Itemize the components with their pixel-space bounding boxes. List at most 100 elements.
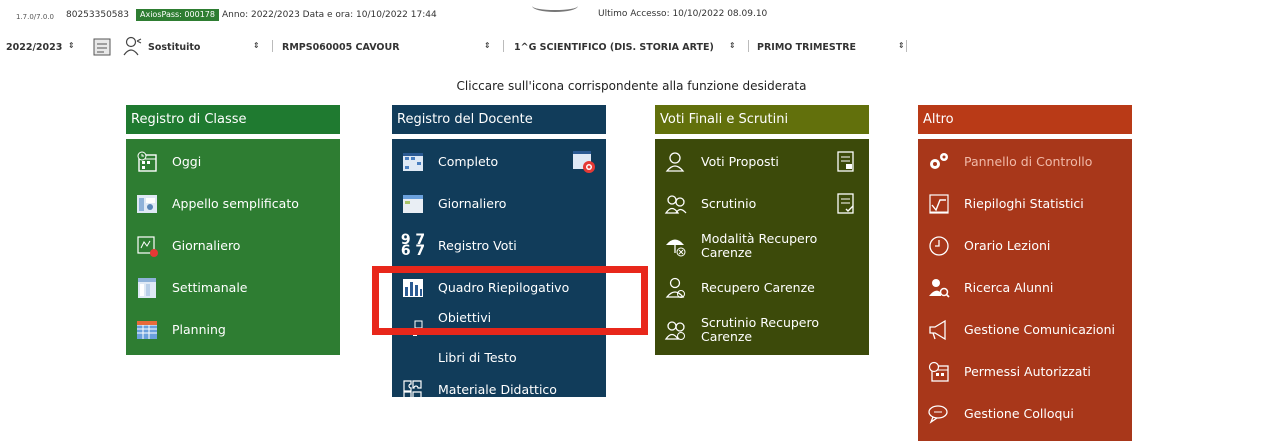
instruction-text: Cliccare sull'icona corrispondente alla …: [456, 79, 807, 93]
menu-item-quadro-riepilogativo[interactable]: Quadro Riepilogativo: [392, 267, 606, 309]
menu-item-appello-semplificato[interactable]: Appello semplificato: [126, 183, 340, 225]
header-arc-decoration: [532, 0, 578, 12]
menu-item-gestione-colloqui[interactable]: Gestione Colloqui: [918, 393, 1132, 435]
class-register-icon[interactable]: [92, 37, 112, 60]
menu-item-materiale-didattico[interactable]: Materiale Didattico: [392, 369, 606, 411]
menu-item-obiettivi[interactable]: Obiettivi: [392, 309, 606, 339]
year-datetime-label: Anno: 2022/2023 Data e ora: 10/10/2022 1…: [222, 10, 437, 20]
year-select[interactable]: 2022/2023: [6, 42, 62, 53]
menu-item-label: Voti Proposti: [701, 154, 779, 169]
menu-item-scrutinio[interactable]: Scrutinio: [655, 183, 869, 225]
puzzle-icon: [400, 378, 426, 402]
menu-item-label: Giornaliero: [438, 196, 507, 211]
menu-item-recupero-carenze[interactable]: Recupero Carenze: [655, 267, 869, 309]
role-select[interactable]: Sostituito: [148, 42, 200, 53]
menu-item-label: Scrutinio: [701, 196, 757, 211]
divider: [748, 40, 749, 52]
menu-item-voti-proposti[interactable]: Voti Proposti: [655, 141, 869, 183]
menu-item-orario-lezioni[interactable]: Orario Lezioni: [918, 225, 1132, 267]
class-select[interactable]: 1^G SCIENTIFICO (DIS. STORIA ARTE): [514, 42, 714, 53]
menu-item-label: Quadro Riepilogativo: [438, 280, 570, 295]
divider: [906, 40, 907, 52]
menu-item-label: Oggi: [172, 154, 202, 169]
menu-item-completo[interactable]: Completo: [392, 141, 606, 183]
user-icon: [122, 36, 144, 59]
weekly-icon: [134, 276, 160, 300]
selector-bar: 2022/2023 ⇕ Sostituito ⇕ RMPS060005 CAVO…: [0, 35, 1263, 61]
top-info-bar: 1.7.0/7.0.0 80253350583 AxiosPass: 00017…: [0, 0, 1263, 26]
menu-item-libri-di-testo[interactable]: Libri di Testo: [392, 339, 606, 369]
menu-item-oggi[interactable]: Oggi: [126, 141, 340, 183]
menu-item-scrutinio-recupero-carenze[interactable]: Scrutinio Recupero Carenze: [655, 309, 869, 351]
chevron-updown-icon: ⇕: [729, 41, 736, 50]
clock-icon: [926, 234, 952, 258]
person-refresh-icon: [663, 276, 689, 300]
user-search-icon: [926, 276, 952, 300]
menu-item-label: Gestione Comunicazioni: [964, 322, 1115, 337]
menu-item-registro-voti[interactable]: 9 76 7 Registro Voti: [392, 225, 606, 267]
menu-item-label: Obiettivi: [438, 310, 492, 325]
menu-title: Registro di Classe: [126, 105, 340, 134]
chat-icon: [926, 402, 952, 426]
menu-item-pannello-di-controllo: Pannello di Controllo: [918, 141, 1132, 183]
menu-item-label: Scrutinio Recupero Carenze: [701, 315, 820, 344]
menu-item-giornaliero[interactable]: Giornaliero: [126, 225, 340, 267]
menu-item-label: Gestione Colloqui: [964, 406, 1074, 421]
menu-item-label: Modalità Recupero Carenze: [701, 231, 818, 260]
menu-item-modalita-recupero-carenze[interactable]: Modalità Recupero Carenze: [655, 225, 869, 267]
menu-item-label: Orario Lezioni: [964, 238, 1051, 253]
period-select[interactable]: PRIMO TRIMESTRE: [757, 42, 856, 53]
bar-chart-icon: [400, 276, 426, 300]
divider: [503, 40, 504, 52]
menu-title: Voti Finali e Scrutini: [655, 105, 869, 134]
grid-register-icon: [400, 150, 426, 174]
chevron-updown-icon: ⇕: [253, 41, 260, 50]
menu-item-label: Registro Voti: [438, 238, 517, 253]
numbers-icon: 9 76 7: [400, 232, 426, 259]
menu-item-giornaliero-docente[interactable]: Giornaliero: [392, 183, 606, 225]
menu-item-permessi-autorizzati[interactable]: Permessi Autorizzati: [918, 351, 1132, 393]
chevron-updown-icon: ⇕: [68, 41, 75, 50]
menu-item-label: Planning: [172, 322, 226, 337]
menu-voti-finali-scrutini: Voti Finali e Scrutini Voti Proposti Scr…: [655, 105, 869, 355]
menu-item-ricerca-alunni[interactable]: Ricerca Alunni: [918, 267, 1132, 309]
grid-target-icon[interactable]: [572, 150, 595, 174]
attendance-icon: [134, 192, 160, 216]
menu-item-label: Appello semplificato: [172, 196, 299, 211]
menu-item-label: Settimanale: [172, 280, 248, 295]
person-icon: [663, 150, 689, 174]
document-check-icon[interactable]: [835, 192, 857, 216]
menu-item-label: Permessi Autorizzati: [964, 364, 1091, 379]
menu-item-settimanale[interactable]: Settimanale: [126, 267, 340, 309]
divider: [272, 40, 273, 52]
menu-item-riepiloghi-statistici[interactable]: Riepiloghi Statistici: [918, 183, 1132, 225]
version-label: 1.7.0/7.0.0: [16, 13, 54, 21]
calendar-clock-icon: [134, 150, 160, 174]
menu-registro-classe: Registro di Classe Oggi Appello semplifi…: [126, 105, 340, 355]
daily-register-icon: [134, 234, 160, 258]
menu-item-label: Ricerca Alunni: [964, 280, 1054, 295]
menu-title: Registro del Docente: [392, 105, 606, 134]
menu-registro-docente: Registro del Docente Completo Giornalier…: [392, 105, 606, 400]
menu-item-gestione-comunicazioni[interactable]: Gestione Comunicazioni: [918, 309, 1132, 351]
chevron-updown-icon: ⇕: [898, 41, 905, 50]
menu-item-label: Materiale Didattico: [438, 382, 557, 397]
chevron-updown-icon: ⇕: [484, 41, 491, 50]
objectives-icon: [400, 317, 426, 341]
menu-item-label: Riepiloghi Statistici: [964, 196, 1084, 211]
group-refresh-icon: [663, 318, 689, 342]
menu-title: Altro: [918, 105, 1132, 134]
menu-item-label: Giornaliero: [172, 238, 241, 253]
group-icon: [663, 192, 689, 216]
menu-altro: Altro Pannello di Controllo Riepiloghi S…: [918, 105, 1132, 441]
menu-item-planning[interactable]: Planning: [126, 309, 340, 351]
user-code: 80253350583: [66, 10, 129, 20]
school-select[interactable]: RMPS060005 CAVOUR: [282, 42, 400, 53]
menu-item-label: Completo: [438, 154, 499, 169]
menu-item-label: Libri di Testo: [438, 350, 517, 365]
chart-line-icon: [926, 192, 952, 216]
axios-pass-badge: AxiosPass: 000178: [136, 9, 219, 21]
document-icon[interactable]: [835, 150, 857, 174]
umbrella-icon: [663, 234, 689, 258]
last-access-label: Ultimo Accesso: 10/10/2022 08.09.10: [598, 9, 768, 19]
